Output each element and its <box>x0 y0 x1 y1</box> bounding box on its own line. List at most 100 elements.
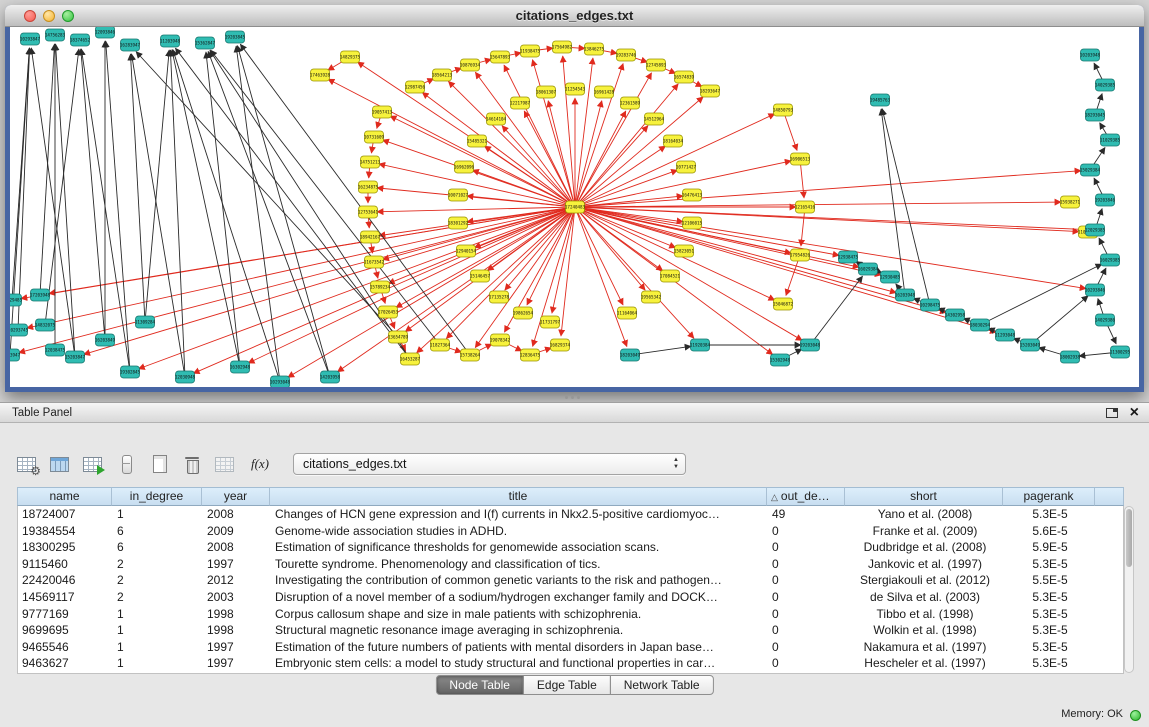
cell-name[interactable]: 9115460 <box>18 556 113 573</box>
citation-edge-red[interactable] <box>390 116 575 207</box>
network-node[interactable]: 19302845 <box>120 366 141 378</box>
cell-pagerank[interactable]: 5.3E-5 <box>1004 606 1096 623</box>
citation-edge-red[interactable] <box>248 207 575 363</box>
cell-pagerank[interactable]: 5.3E-5 <box>1004 589 1096 606</box>
cell-short[interactable]: Nakamura et al. (1997) <box>846 639 1004 656</box>
citation-edge-red[interactable] <box>575 146 666 207</box>
citation-edge-red[interactable] <box>357 62 575 207</box>
cell-out_degree[interactable]: 0 <box>768 639 846 656</box>
citation-edge-black[interactable] <box>1030 296 1088 345</box>
column-header-pagerank[interactable]: pagerank <box>1003 487 1095 506</box>
network-node[interactable]: 19203845 <box>225 31 246 43</box>
citation-edge-black[interactable] <box>81 49 105 340</box>
cell-in_degree[interactable]: 1 <box>113 639 203 656</box>
cell-title[interactable]: Changes of HCN gene expression and I(f) … <box>271 506 768 523</box>
cell-name[interactable]: 9465546 <box>18 639 113 656</box>
table-settings-icon[interactable] <box>16 454 38 474</box>
import-table-icon[interactable] <box>214 454 236 474</box>
network-node[interactable]: 16302948 <box>230 361 251 373</box>
cell-short[interactable]: Hescheler et al. (1997) <box>846 655 1004 672</box>
network-node[interactable]: 14512964 <box>644 113 665 125</box>
cell-name[interactable]: 14569117 <box>18 589 113 606</box>
zoom-button[interactable] <box>62 10 74 22</box>
citation-edge-red[interactable] <box>575 207 896 293</box>
network-node[interactable]: 18203049 <box>620 349 641 361</box>
cell-title[interactable]: Investigating the contribution of common… <box>271 572 768 589</box>
network-node[interactable]: 19203048 <box>800 339 821 351</box>
table-row[interactable]: 946554611997Estimation of the future num… <box>18 639 1123 656</box>
network-node[interactable]: 16453287 <box>400 353 421 365</box>
network-node[interactable]: 17135278 <box>489 291 510 303</box>
network-node[interactable]: 17954826 <box>790 249 811 261</box>
network-node[interactable]: 12836475 <box>520 349 541 361</box>
close-panel-icon[interactable]: × <box>1130 406 1139 420</box>
table-row[interactable]: 1456911722003Disruption of a novel membe… <box>18 589 1123 606</box>
citation-edge-black[interactable] <box>208 51 330 377</box>
cell-year[interactable]: 2008 <box>203 539 271 556</box>
cell-out_degree[interactable]: 0 <box>768 589 846 606</box>
citation-edge-red[interactable] <box>575 58 593 207</box>
cell-out_degree[interactable]: 0 <box>768 539 846 556</box>
minimize-button[interactable] <box>43 10 55 22</box>
cell-out_degree[interactable]: 49 <box>768 506 846 523</box>
table-mode-icon[interactable] <box>82 454 104 474</box>
network-node[interactable]: 10293846 <box>1085 284 1106 296</box>
network-node[interactable]: 14829375 <box>340 51 361 63</box>
network-node[interactable]: 18203947 <box>10 349 21 361</box>
cell-in_degree[interactable]: 2 <box>113 556 203 573</box>
network-node[interactable]: 10293847 <box>20 33 41 45</box>
cell-year[interactable]: 1997 <box>203 556 271 573</box>
network-node[interactable]: 11254543 <box>565 83 586 95</box>
cell-title[interactable]: Structural magnetic resonance image aver… <box>271 622 768 639</box>
cell-short[interactable]: Yano et al. (2008) <box>846 506 1004 523</box>
citation-edge-red[interactable] <box>575 202 1061 207</box>
network-node[interactable]: 18061307 <box>536 86 557 98</box>
network-node[interactable]: 12745893 <box>646 59 667 71</box>
network-node[interactable]: 19283746 <box>616 49 637 61</box>
table-row[interactable]: 911546021997Tourette syndrome. Phenomeno… <box>18 556 1123 573</box>
network-node[interactable]: 11300295 <box>1110 346 1131 358</box>
citation-edge-red[interactable] <box>19 207 575 353</box>
network-node[interactable]: 11827364 <box>430 339 451 351</box>
table-scrollbar[interactable] <box>1124 506 1134 673</box>
network-node[interactable]: 16829374 <box>550 339 571 351</box>
network-node[interactable]: 17463928 <box>310 69 331 81</box>
citation-edge-red[interactable] <box>575 207 1086 230</box>
network-node[interactable]: 18030294 <box>970 319 991 331</box>
cell-out_degree[interactable]: 0 <box>768 606 846 623</box>
network-node[interactable]: 12038475 <box>45 344 66 356</box>
network-node[interactable]: 19862654 <box>513 307 534 319</box>
cell-title[interactable]: Estimation of significance thresholds fo… <box>271 539 768 556</box>
network-node[interactable]: 11938475 <box>520 45 541 57</box>
cell-in_degree[interactable]: 1 <box>113 606 203 623</box>
network-node[interactable]: 16029385 <box>1100 254 1121 266</box>
network-node[interactable]: 15046872 <box>773 298 794 310</box>
cell-name[interactable]: 18724007 <box>18 506 113 523</box>
citation-edge-black[interactable] <box>810 276 863 345</box>
network-node[interactable]: 16476413 <box>682 189 703 201</box>
network-node[interactable]: 18293045 <box>1085 109 1106 121</box>
function-builder-icon[interactable]: f(x) <box>247 454 273 474</box>
network-node[interactable]: 14832075 <box>35 319 56 331</box>
network-node[interactable]: 11673542 <box>364 256 385 268</box>
network-node[interactable]: 19057413 <box>372 106 393 118</box>
cell-pagerank[interactable]: 5.3E-5 <box>1004 622 1096 639</box>
cell-pagerank[interactable]: 5.9E-5 <box>1004 539 1096 556</box>
table-source-select[interactable]: citations_edges.txt <box>293 453 686 475</box>
cell-in_degree[interactable]: 1 <box>113 655 203 672</box>
network-node[interactable]: 15029384 <box>1080 164 1101 176</box>
citation-edge-red[interactable] <box>575 207 839 255</box>
tab-network-table[interactable]: Network Table <box>610 675 714 695</box>
network-node[interactable]: 14850793 <box>773 104 794 116</box>
network-node[interactable]: 17240483 <box>565 201 586 213</box>
network-node[interactable]: 12106015 <box>682 217 703 229</box>
citation-edge-red[interactable] <box>575 114 775 207</box>
network-node[interactable]: 18002938 <box>1060 351 1081 363</box>
cell-title[interactable]: Genome-wide association studies in ADHD. <box>271 523 768 540</box>
table-row[interactable]: 2242004622012Investigating the contribut… <box>18 572 1123 589</box>
cell-title[interactable]: Tourette syndrome. Phenomenology and cla… <box>271 556 768 573</box>
network-node[interactable]: 11164064 <box>617 307 638 319</box>
network-node[interactable]: 12930485 <box>880 271 901 283</box>
network-node[interactable]: 12753641 <box>358 206 379 218</box>
select-columns-icon[interactable] <box>49 454 71 474</box>
